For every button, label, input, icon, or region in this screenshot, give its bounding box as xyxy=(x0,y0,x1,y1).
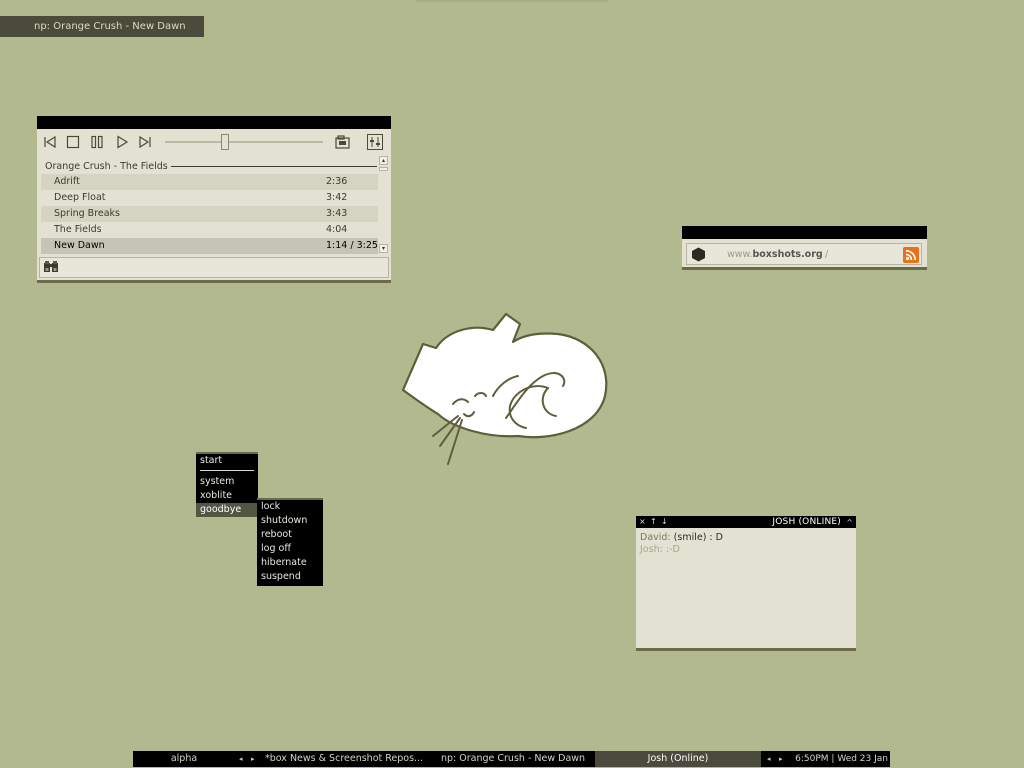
url-slash: / xyxy=(825,249,829,260)
message-sender: David: xyxy=(640,532,671,543)
task-next-icon[interactable]: ▸ xyxy=(779,751,783,767)
seek-handle[interactable] xyxy=(220,134,229,150)
playlist-scrollbar[interactable]: ▴ ▾ xyxy=(379,156,388,253)
open-folder-icon[interactable] xyxy=(335,134,351,150)
menu-item-reboot[interactable]: reboot xyxy=(257,528,323,542)
boxshots-link[interactable]: www.boxshots.org xyxy=(727,249,823,260)
task-josh-online[interactable]: Josh (Online) xyxy=(595,751,761,767)
url-prefix: www. xyxy=(727,249,753,260)
task-box-news[interactable]: *box News & Screenshot Repos... xyxy=(265,751,425,767)
start-menu: start system xoblite goodbye xyxy=(196,452,258,517)
arrow-down-icon[interactable]: ↓ xyxy=(661,516,668,528)
scroll-down-icon[interactable]: ▾ xyxy=(379,244,388,253)
hexagon-logo-icon xyxy=(691,247,706,262)
close-icon[interactable]: × xyxy=(639,516,646,528)
track-title: Spring Breaks xyxy=(54,208,121,219)
play-icon[interactable] xyxy=(115,135,129,149)
scroll-up-icon[interactable]: ▴ xyxy=(379,156,388,165)
workspace-label[interactable]: alpha xyxy=(133,751,235,767)
track-duration: 3:43 xyxy=(326,208,348,219)
now-playing-bar: np: Orange Crush - New Dawn xyxy=(0,16,204,37)
playlist-track[interactable]: Deep Float 3:42 xyxy=(41,190,378,206)
arrow-up-icon[interactable]: ↑ xyxy=(650,516,657,528)
workspace-prev-icon[interactable]: ◂ xyxy=(239,751,243,767)
menu-item-shutdown[interactable]: shutdown xyxy=(257,514,323,528)
menu-item-goodbye[interactable]: goodbye xyxy=(196,503,258,517)
chat-window: × ↑ ↓ JOSH (ONLINE) ^ David: (smile) : D… xyxy=(636,516,856,651)
menu-item-lock[interactable]: lock xyxy=(257,500,323,514)
message-text: :-D xyxy=(665,544,680,555)
taskbar: alpha ◂ ▸ *box News & Screenshot Repos..… xyxy=(133,751,890,767)
previous-track-icon[interactable] xyxy=(43,135,57,149)
chat-message: Josh: :-D xyxy=(640,544,852,556)
chat-message: David: (smile) : D xyxy=(640,532,852,544)
equalizer-icon[interactable] xyxy=(367,134,383,150)
message-text: (smile) : D xyxy=(673,532,723,543)
top-edge-line xyxy=(416,0,608,2)
url-domain: boxshots.org xyxy=(752,249,823,260)
media-player-window: Orange Crush - The Fields Adrift 2:36 De… xyxy=(37,116,391,283)
goodbye-submenu: lock shutdown reboot log off hibernate s… xyxy=(257,498,323,586)
player-controls xyxy=(37,129,391,156)
playlist-header-divider xyxy=(171,166,377,167)
rss-feed-icon[interactable] xyxy=(903,247,919,263)
playlist-track-current[interactable]: New Dawn 1:14 / 3:25 xyxy=(41,238,378,254)
seek-bar[interactable] xyxy=(165,134,323,150)
stop-icon[interactable] xyxy=(66,135,80,149)
next-track-icon[interactable] xyxy=(138,135,152,149)
playlist-header: Orange Crush - The Fields xyxy=(45,161,168,172)
menu-item-hibernate[interactable]: hibernate xyxy=(257,556,323,570)
task-prev-icon[interactable]: ◂ xyxy=(767,751,771,767)
track-title: Adrift xyxy=(54,176,80,187)
track-duration: 3:42 xyxy=(326,192,348,203)
pause-icon[interactable] xyxy=(90,135,104,149)
track-title: The Fields xyxy=(54,224,102,235)
player-titlebar[interactable] xyxy=(37,116,391,129)
playlist-footer xyxy=(39,257,389,278)
menu-separator xyxy=(200,470,254,471)
collapse-icon[interactable]: ^ xyxy=(846,517,853,529)
start-menu-title: start xyxy=(200,455,223,466)
track-duration: 4:04 xyxy=(326,224,348,235)
menu-item-xoblite[interactable]: xoblite xyxy=(196,489,258,503)
task-now-playing[interactable]: np: Orange Crush - New Dawn xyxy=(441,751,591,767)
playlist-track[interactable]: The Fields 4:04 xyxy=(41,222,378,238)
sleeping-cat-wallpaper-icon xyxy=(398,306,613,468)
now-playing-text: np: Orange Crush - New Dawn xyxy=(34,21,186,32)
workspace-next-icon[interactable]: ▸ xyxy=(251,751,255,767)
track-title: New Dawn xyxy=(54,240,105,251)
binoculars-search-icon[interactable] xyxy=(43,260,59,274)
boxshots-bar: www.boxshots.org / xyxy=(686,243,922,265)
playlist: Adrift 2:36 Deep Float 3:42 Spring Break… xyxy=(41,174,378,254)
playlist-track[interactable]: Spring Breaks 3:43 xyxy=(41,206,378,222)
menu-item-log-off[interactable]: log off xyxy=(257,542,323,556)
playlist-track[interactable]: Adrift 2:36 xyxy=(41,174,378,190)
track-duration: 2:36 xyxy=(326,176,348,187)
menu-item-system[interactable]: system xyxy=(196,475,258,489)
clock: 6:50PM | Wed 23 Jan xyxy=(795,754,888,764)
boxshots-toolbar-window: www.boxshots.org / xyxy=(682,226,927,270)
chat-messages: David: (smile) : D Josh: :-D xyxy=(636,528,856,560)
chat-title: JOSH (ONLINE) xyxy=(772,517,841,527)
track-duration: 1:14 / 3:25 xyxy=(326,240,378,251)
scroll-thumb[interactable] xyxy=(379,167,388,171)
menu-item-suspend[interactable]: suspend xyxy=(257,570,323,584)
chat-titlebar[interactable]: × ↑ ↓ JOSH (ONLINE) ^ xyxy=(636,516,856,528)
message-sender: Josh: xyxy=(640,544,663,555)
track-title: Deep Float xyxy=(54,192,106,203)
boxshots-titlebar[interactable] xyxy=(682,226,927,239)
